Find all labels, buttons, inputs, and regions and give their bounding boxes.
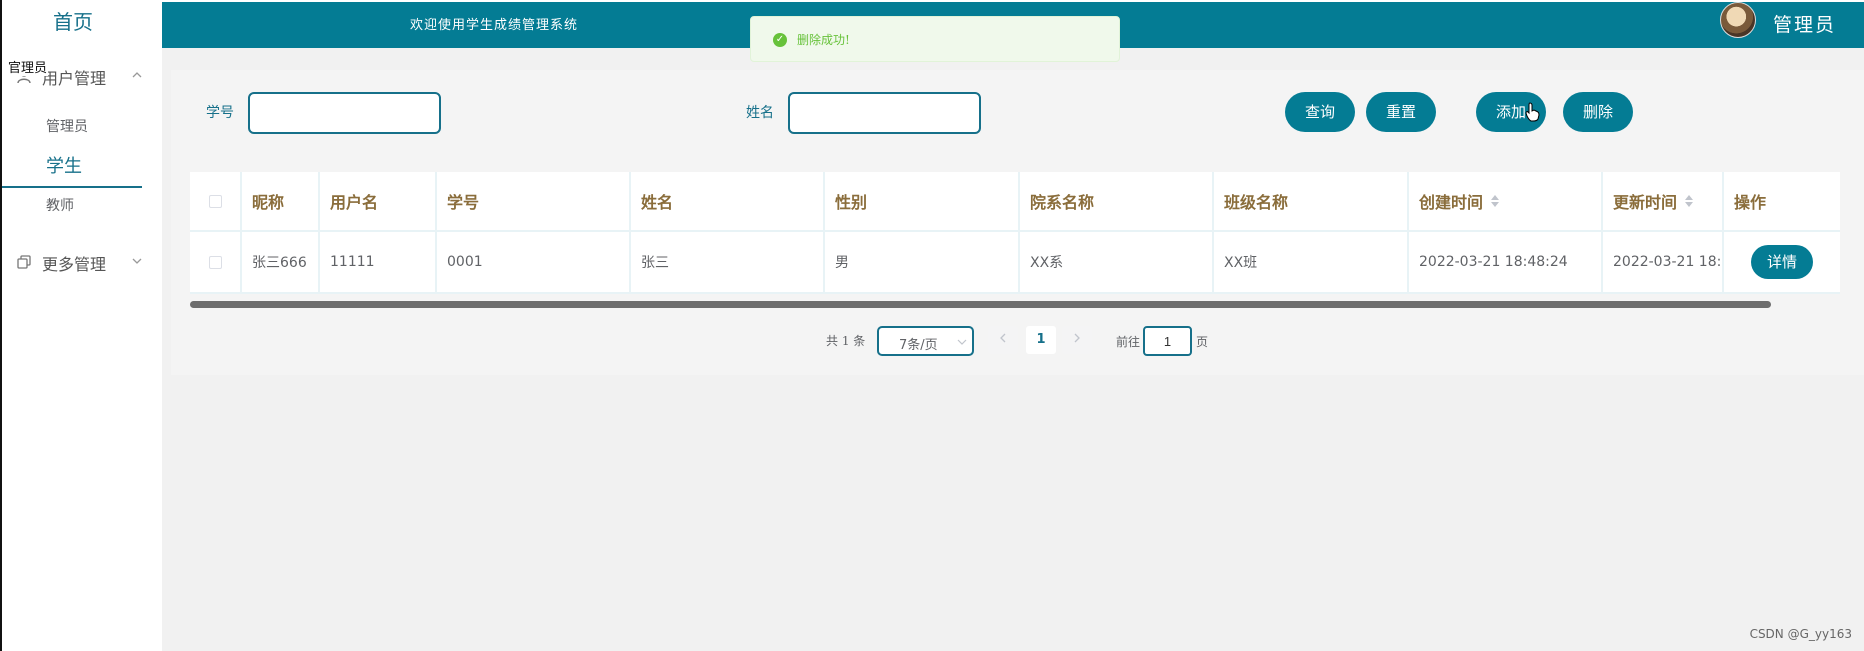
col-username: 用户名 — [320, 172, 437, 232]
cell-gender: 男 — [825, 232, 1020, 294]
sort-icon[interactable] — [1491, 195, 1500, 207]
cell-action: 详情 — [1724, 232, 1840, 294]
active-underline — [2, 186, 142, 188]
admin-name[interactable]: 管理员 — [1773, 10, 1836, 37]
horizontal-scrollbar[interactable] — [190, 301, 1771, 308]
cell-updated: 2022-03-21 18: — [1603, 232, 1724, 294]
reset-button[interactable]: 重置 — [1366, 92, 1436, 132]
student-id-label: 学号 — [206, 105, 234, 121]
toast-message: 删除成功! — [797, 33, 850, 47]
cell-class: XX班 — [1214, 232, 1409, 294]
overlay-text: 官理员 — [7, 61, 49, 76]
goto-prefix: 前往 — [1116, 335, 1141, 349]
menu-more-management[interactable]: 更多管理 — [2, 242, 164, 282]
chevron-left-icon — [1000, 333, 1006, 343]
student-id-input[interactable] — [248, 92, 441, 134]
query-button[interactable]: 查询 — [1285, 92, 1355, 132]
col-gender: 性别 — [825, 172, 1020, 232]
data-table: 昵称 用户名 学号 姓名 性别 院系名称 班级名称 创建时间 更新时间 操作 张… — [190, 172, 1840, 300]
col-department: 院系名称 — [1020, 172, 1214, 232]
watermark: CSDN @G_yy163 — [1749, 627, 1852, 641]
sidebar-item-admin-label: 管理员 — [46, 119, 88, 135]
menu-more-management-label: 更多管理 — [42, 255, 107, 274]
cell-name: 张三 — [631, 232, 825, 294]
cell-student-id: 0001 — [437, 232, 631, 294]
next-page-button[interactable] — [1062, 326, 1092, 354]
avatar[interactable] — [1720, 2, 1756, 38]
sort-icon[interactable] — [1685, 195, 1694, 207]
home-link[interactable]: 首页 — [2, 6, 144, 35]
col-student-id: 学号 — [437, 172, 631, 232]
cell-nickname: 张三666 — [242, 232, 320, 294]
page-size-value: 7条/页 — [899, 338, 938, 353]
cell-username: 11111 — [320, 232, 437, 294]
cell-department: XX系 — [1020, 232, 1214, 294]
col-class: 班级名称 — [1214, 172, 1409, 232]
pagination-total: 共 1 条 — [826, 334, 866, 348]
prev-page-button[interactable] — [988, 326, 1018, 354]
chevron-right-icon — [1074, 333, 1080, 343]
col-action: 操作 — [1724, 172, 1840, 232]
col-name: 姓名 — [631, 172, 825, 232]
chevron-up-icon — [132, 72, 142, 78]
col-updated[interactable]: 更新时间 — [1603, 172, 1724, 232]
success-check-icon: ✓ — [773, 33, 787, 47]
col-created-label: 创建时间 — [1419, 193, 1484, 212]
success-toast: ✓ 删除成功! — [750, 16, 1120, 62]
delete-button[interactable]: 删除 — [1563, 92, 1633, 132]
page-size-select[interactable]: 7条/页 — [877, 326, 974, 356]
table-row: 张三666 11111 0001 张三 男 XX系 XX班 2022-03-21… — [190, 232, 1840, 294]
goto-page-input[interactable] — [1143, 326, 1192, 356]
cell-created: 2022-03-21 18:48:24 — [1409, 232, 1603, 294]
name-label: 姓名 — [746, 105, 774, 121]
sidebar: 首页 用户管理 官理员 管理员 学生 教师 更多管理 — [0, 0, 162, 651]
table-header: 昵称 用户名 学号 姓名 性别 院系名称 班级名称 创建时间 更新时间 操作 — [190, 172, 1840, 232]
col-created[interactable]: 创建时间 — [1409, 172, 1603, 232]
sidebar-item-student-label: 学生 — [46, 156, 82, 177]
app-root: 首页 用户管理 官理员 管理员 学生 教师 更多管理 欢迎使用学生成绩管理系统 … — [0, 0, 1864, 651]
hand-cursor-icon — [1525, 102, 1540, 122]
col-nickname: 昵称 — [242, 172, 320, 232]
row-checkbox[interactable] — [208, 255, 222, 269]
col-updated-label: 更新时间 — [1613, 193, 1678, 212]
select-all-checkbox[interactable] — [208, 194, 222, 208]
copy-icon — [17, 255, 31, 269]
goto-suffix: 页 — [1196, 335, 1209, 349]
page-number[interactable]: 1 — [1026, 326, 1056, 354]
name-input[interactable] — [788, 92, 981, 134]
chevron-down-icon — [132, 258, 142, 264]
detail-button[interactable]: 详情 — [1751, 245, 1813, 279]
welcome-text: 欢迎使用学生成绩管理系统 — [410, 18, 579, 33]
select-all-cell — [190, 172, 242, 232]
chevron-down-icon — [957, 339, 967, 345]
sidebar-item-student[interactable]: 学生 — [2, 152, 142, 188]
sidebar-item-teacher-label: 教师 — [46, 198, 74, 214]
row-select-cell — [190, 232, 242, 294]
menu-user-management-label: 用户管理 — [42, 69, 107, 88]
